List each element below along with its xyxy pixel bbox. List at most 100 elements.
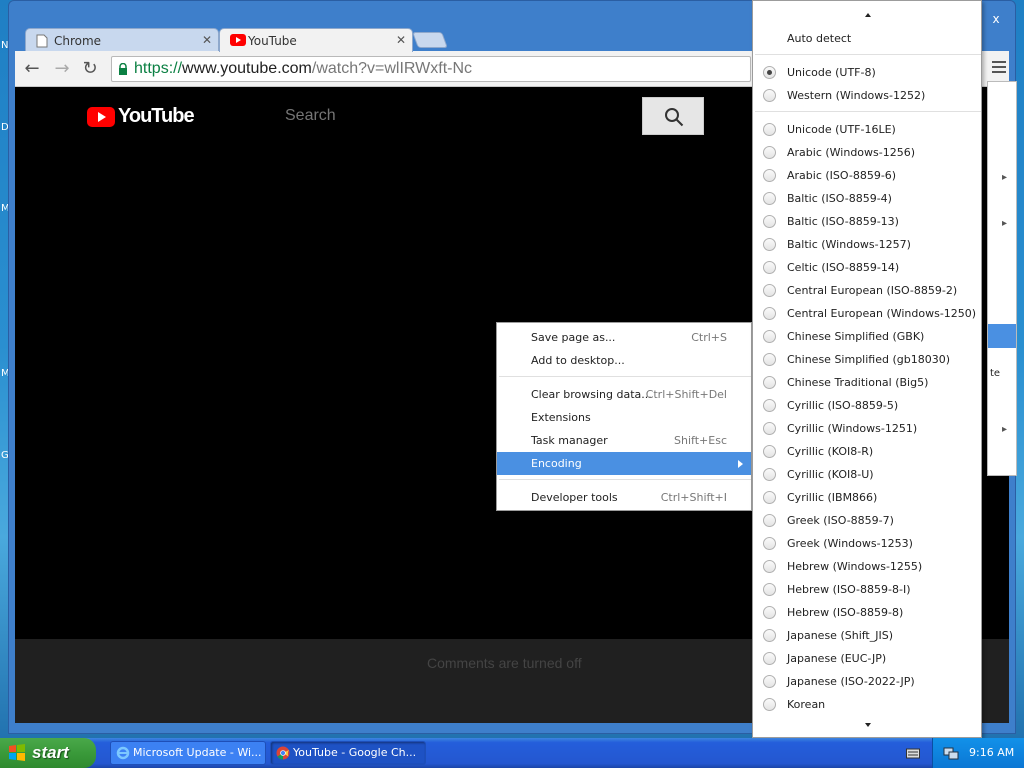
encoding-option[interactable]: Cyrillic (Windows-1251) [753,417,981,440]
menu-label: Greek (ISO-8859-7) [787,514,894,527]
menu-separator [755,111,981,112]
hamburger-menu-icon[interactable] [989,58,1009,78]
radio-icon [763,261,776,274]
menu-label: Western (Windows-1252) [787,89,926,102]
youtube-play-icon [87,106,115,127]
encoding-option[interactable]: Cyrillic (IBM866) [753,486,981,509]
menu-label: Hebrew (ISO-8859-8-I) [787,583,911,596]
menu-item-add-to-desktop[interactable]: Add to desktop... [497,349,751,372]
encoding-option[interactable]: Chinese Simplified (GBK) [753,325,981,348]
radio-icon [763,652,776,665]
encoding-option[interactable]: Japanese (Shift_JIS) [753,624,981,647]
new-tab-button[interactable] [412,32,448,48]
menu-item-extensions[interactable]: Extensions [497,406,751,429]
encoding-option[interactable]: Baltic (ISO-8859-4) [753,187,981,210]
radio-icon [763,330,776,343]
tab-close-icon[interactable]: ✕ [202,33,212,47]
radio-icon [763,284,776,297]
encoding-option[interactable]: Baltic (ISO-8859-13) [753,210,981,233]
encoding-option[interactable]: Greek (ISO-8859-7) [753,509,981,532]
menu-label: Japanese (ISO-2022-JP) [787,675,915,688]
radio-icon [763,123,776,136]
tab-title: Chrome [54,33,102,48]
encoding-option[interactable]: Unicode (UTF-8) [753,61,981,84]
encoding-option[interactable]: Cyrillic (KOI8-U) [753,463,981,486]
menu-label: Developer tools [531,491,618,504]
encoding-option[interactable]: Central European (ISO-8859-2) [753,279,981,302]
scroll-down-arrow-icon[interactable] [865,723,871,727]
back-arrow-icon[interactable]: ← [21,59,43,79]
encoding-option[interactable]: Western (Windows-1252) [753,84,981,107]
encoding-option[interactable]: Arabic (Windows-1256) [753,141,981,164]
encoding-option[interactable]: Arabic (ISO-8859-6) [753,164,981,187]
window-close-button[interactable]: x [985,9,1007,29]
menu-separator [499,479,751,480]
encoding-auto-detect[interactable]: Auto detect [753,27,981,50]
menu-label: Celtic (ISO-8859-14) [787,261,900,274]
tab-close-icon[interactable]: ✕ [396,33,406,47]
menu-item-save-page[interactable]: Save page as... Ctrl+S [497,326,751,349]
radio-icon [763,698,776,711]
encoding-option[interactable]: Korean [753,693,981,716]
logo-text: YouTube [118,105,195,127]
menu-item-developer-tools[interactable]: Developer tools Ctrl+Shift+I [497,486,751,509]
encoding-option[interactable]: Celtic (ISO-8859-14) [753,256,981,279]
submenu-arrow-icon [738,460,743,468]
menu-label: Arabic (ISO-8859-6) [787,169,897,182]
search-button[interactable] [642,97,704,135]
network-icon[interactable] [943,745,959,761]
menu-label: Add to desktop... [531,354,625,367]
encoding-option[interactable]: Chinese Traditional (Big5) [753,371,981,394]
radio-icon [763,215,776,228]
radio-icon [763,399,776,412]
forward-arrow-icon[interactable]: → [51,59,73,79]
encoding-option[interactable]: Hebrew (Windows-1255) [753,555,981,578]
address-bar[interactable]: https://www.youtube.com/watch?v=wlIRWxft… [111,56,751,82]
encoding-option[interactable]: Cyrillic (ISO-8859-5) [753,394,981,417]
more-tools-menu: Save page as... Ctrl+S Add to desktop...… [496,322,752,511]
encoding-menu: Auto detect Unicode (UTF-8) Western (Wind… [752,0,982,738]
radio-selected-icon [763,66,776,79]
tab-youtube[interactable]: YouTube ✕ [219,28,413,52]
menu-item-clear-browsing-data[interactable]: Clear browsing data... Ctrl+Shift+Del [497,383,751,406]
tab-title: YouTube [248,33,297,48]
taskbar: start Microsoft Update - Wi... YouTube -… [0,738,1024,768]
reload-icon[interactable]: ↻ [79,59,101,79]
radio-icon [763,583,776,596]
highlighted-menu-row[interactable] [988,324,1016,348]
chevron-right-icon: ▸ [1002,218,1008,229]
encoding-option[interactable]: Unicode (UTF-16LE) [753,118,981,141]
menu-label: Baltic (Windows-1257) [787,238,911,251]
encoding-option[interactable]: Japanese (EUC-JP) [753,647,981,670]
scroll-up-arrow-icon[interactable] [865,13,871,17]
encoding-option[interactable]: Hebrew (ISO-8859-8-I) [753,578,981,601]
encoding-option[interactable]: Hebrew (ISO-8859-8) [753,601,981,624]
taskbar-button-microsoft-update[interactable]: Microsoft Update - Wi... [110,741,266,765]
ie-icon [116,746,130,760]
encoding-option[interactable]: Cyrillic (KOI8-R) [753,440,981,463]
encoding-option[interactable]: Baltic (Windows-1257) [753,233,981,256]
search-icon [665,108,684,127]
taskbar-button-youtube-chrome[interactable]: YouTube - Google Ch... [270,741,426,765]
menu-item-task-manager[interactable]: Task manager Shift+Esc [497,429,751,452]
radio-icon [763,89,776,102]
radio-icon [763,675,776,688]
lock-icon [119,63,127,75]
menu-item-encoding[interactable]: Encoding [497,452,751,475]
youtube-logo[interactable]: YouTube [87,105,195,128]
encoding-option[interactable]: Central European (Windows-1250) [753,302,981,325]
menu-label: Cyrillic (KOI8-R) [787,445,874,458]
encoding-option[interactable]: Chinese Simplified (gb18030) [753,348,981,371]
radio-icon [763,514,776,527]
menu-label: Chinese Simplified (gb18030) [787,353,951,366]
search-input[interactable] [285,105,635,127]
menu-shortcut: Shift+Esc [674,434,727,447]
tab-chrome[interactable]: Chrome ✕ [25,28,219,52]
radio-icon [763,491,776,504]
menu-label: Extensions [531,411,591,424]
keyboard-icon[interactable] [906,747,920,759]
menu-label: Central European (ISO-8859-2) [787,284,958,297]
encoding-option[interactable]: Greek (Windows-1253) [753,532,981,555]
start-button[interactable]: start [0,738,96,768]
encoding-option[interactable]: Japanese (ISO-2022-JP) [753,670,981,693]
